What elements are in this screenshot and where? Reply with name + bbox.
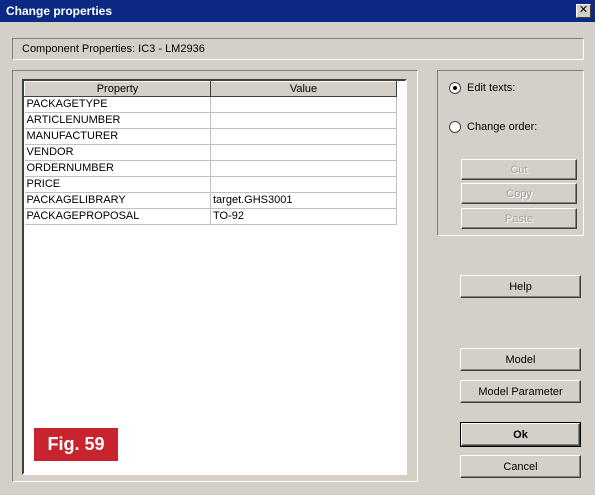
table-row[interactable]: VENDOR bbox=[24, 144, 397, 161]
close-button[interactable]: ✕ bbox=[576, 4, 591, 18]
value-cell[interactable] bbox=[210, 112, 397, 129]
edit-texts-radio[interactable] bbox=[449, 82, 461, 94]
change-order-radio[interactable] bbox=[449, 121, 461, 133]
component-header: Component Properties: IC3 - LM2936 bbox=[12, 38, 584, 60]
model-parameter-button[interactable]: Model Parameter bbox=[460, 380, 581, 403]
cut-button[interactable]: Cut bbox=[461, 159, 577, 180]
value-cell[interactable]: target.GHS3001 bbox=[210, 192, 397, 209]
ok-button[interactable]: Ok bbox=[460, 422, 581, 447]
property-cell[interactable]: ORDERNUMBER bbox=[24, 160, 211, 177]
edit-texts-label: Edit texts: bbox=[467, 82, 516, 94]
table-row[interactable]: PACKAGEPROPOSAL TO-92 bbox=[24, 208, 397, 225]
paste-button[interactable]: Paste bbox=[461, 208, 577, 229]
table-row[interactable]: PACKAGELIBRARY target.GHS3001 bbox=[24, 192, 397, 209]
property-cell[interactable]: PRICE bbox=[24, 176, 211, 193]
help-button[interactable]: Help bbox=[460, 275, 581, 298]
value-cell[interactable] bbox=[210, 128, 397, 145]
table-row[interactable]: MANUFACTURER bbox=[24, 128, 397, 145]
table-row[interactable]: PRICE bbox=[24, 176, 397, 193]
change-order-option[interactable]: Change order: bbox=[449, 121, 537, 133]
properties-grid[interactable]: Property Value PACKAGETYPE ARTICLENUMBER… bbox=[22, 79, 407, 475]
title-bar: Change properties ✕ bbox=[0, 0, 595, 22]
value-cell[interactable]: TO-92 bbox=[210, 208, 397, 225]
column-header-property[interactable]: Property bbox=[24, 81, 211, 97]
table-row[interactable]: ORDERNUMBER bbox=[24, 160, 397, 177]
property-cell[interactable]: PACKAGETYPE bbox=[24, 96, 211, 113]
close-icon: ✕ bbox=[578, 4, 589, 16]
property-cell[interactable]: PACKAGELIBRARY bbox=[24, 192, 211, 209]
change-properties-dialog: Change properties ✕ Component Properties… bbox=[0, 0, 595, 495]
value-cell[interactable] bbox=[210, 96, 397, 113]
value-cell[interactable] bbox=[210, 144, 397, 161]
property-cell[interactable]: VENDOR bbox=[24, 144, 211, 161]
cancel-button[interactable]: Cancel bbox=[460, 455, 581, 478]
model-button[interactable]: Model bbox=[460, 348, 581, 371]
component-properties-label: Component Properties: IC3 - LM2936 bbox=[22, 43, 205, 55]
properties-frame: Property Value PACKAGETYPE ARTICLENUMBER… bbox=[12, 70, 418, 482]
property-cell[interactable]: ARTICLENUMBER bbox=[24, 112, 211, 129]
window-title: Change properties bbox=[6, 4, 113, 18]
edit-mode-group: Edit texts: Change order: Cut Copy Paste bbox=[437, 70, 584, 236]
table-row[interactable]: PACKAGETYPE bbox=[24, 96, 397, 113]
properties-table: Property Value PACKAGETYPE ARTICLENUMBER… bbox=[24, 81, 397, 225]
table-row[interactable]: ARTICLENUMBER bbox=[24, 112, 397, 129]
change-order-label: Change order: bbox=[467, 121, 538, 133]
edit-texts-option[interactable]: Edit texts: bbox=[449, 82, 515, 94]
value-cell[interactable] bbox=[210, 176, 397, 193]
copy-button[interactable]: Copy bbox=[461, 183, 577, 204]
figure-label-badge: Fig. 59 bbox=[34, 428, 118, 461]
property-cell[interactable]: MANUFACTURER bbox=[24, 128, 211, 145]
property-cell[interactable]: PACKAGEPROPOSAL bbox=[24, 208, 211, 225]
value-cell[interactable] bbox=[210, 160, 397, 177]
column-header-value[interactable]: Value bbox=[210, 81, 397, 97]
table-header-row: Property Value bbox=[24, 81, 397, 97]
